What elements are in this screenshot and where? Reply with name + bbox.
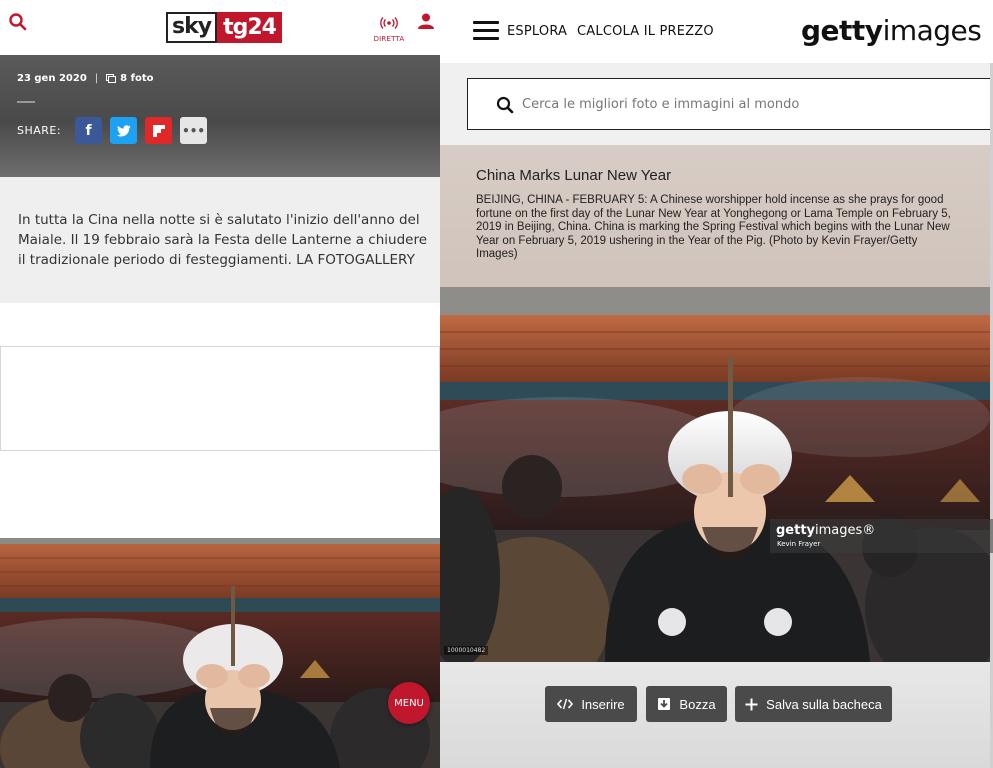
live-button[interactable]: DIRETTA <box>372 14 406 43</box>
more-share-button[interactable]: ••• <box>180 117 208 144</box>
photo-count: 8 foto <box>106 73 153 84</box>
hamburger-menu-icon[interactable] <box>473 21 499 41</box>
watermark-logo: gettyimages® <box>776 523 875 538</box>
image-id: 1000010482 <box>444 646 489 655</box>
article-meta: 23 gen 2020 | 8 foto <box>17 73 153 84</box>
photo-credit: Kevin Frayer <box>777 540 821 548</box>
live-label: DIRETTA <box>373 35 405 43</box>
twitter-share-button[interactable] <box>110 117 138 144</box>
twitter-icon <box>116 124 131 136</box>
logo-tg24-text: tg24 <box>217 12 282 43</box>
sky-tg24-page: sky tg24 DIRETTA 23 gen 2020 | 8 foto SH… <box>0 0 440 768</box>
meta-separator: | <box>94 73 99 84</box>
action-bar: Inserire Bozza Salva sulla bacheca <box>440 662 993 768</box>
embed-label: Inserire <box>581 696 625 712</box>
logo-sky-text: sky <box>166 12 218 43</box>
flipboard-share-button[interactable] <box>145 117 173 144</box>
search-input[interactable] <box>522 91 962 117</box>
watermark-registered: ® <box>862 523 876 538</box>
getty-images-page: ESPLORA CALCOLA IL PREZZO gettyimages Ch… <box>440 0 993 768</box>
article-header: 23 gen 2020 | 8 foto SHARE: f ••• <box>0 55 440 177</box>
photo-count-label: 8 foto <box>120 73 154 84</box>
article-date: 23 gen 2020 <box>17 73 87 84</box>
share-label: SHARE: <box>17 124 62 137</box>
search-box <box>467 78 993 130</box>
nav-pricing[interactable]: CALCOLA IL PREZZO <box>577 24 714 39</box>
save-label: Salva sulla bacheca <box>766 696 882 712</box>
sky-header: sky tg24 DIRETTA <box>0 0 440 55</box>
draft-label: Bozza <box>679 696 716 712</box>
divider <box>17 101 35 103</box>
photo-woman-praying <box>0 538 440 768</box>
download-icon <box>658 698 671 710</box>
summary-text: In tutta la Cina nella notte si è saluta… <box>18 212 428 268</box>
code-icon <box>557 698 574 710</box>
plus-icon <box>745 698 758 710</box>
getty-header: ESPLORA CALCOLA IL PREZZO gettyimages <box>440 0 993 63</box>
sky-tg24-logo[interactable]: sky tg24 <box>166 12 282 43</box>
user-icon[interactable] <box>417 12 435 34</box>
caption-text: BEIJING, CHINA - FEBRUARY 5: A Chinese w… <box>476 194 951 260</box>
search-icon[interactable] <box>496 96 514 114</box>
logo-light-text: images <box>882 14 982 47</box>
gallery-icon <box>106 74 117 83</box>
nav-explore[interactable]: ESPLORA <box>507 24 567 39</box>
flipboard-icon <box>152 124 165 137</box>
watermark-bold: getty <box>776 523 816 538</box>
ad-placeholder <box>0 346 440 451</box>
draft-button[interactable]: Bozza <box>646 686 727 722</box>
getty-watermark: gettyimages® Kevin Frayer <box>770 519 993 553</box>
logo-bold-text: getty <box>801 14 883 47</box>
save-to-board-button[interactable]: Salva sulla bacheca <box>735 686 892 722</box>
photo-woman-praying <box>440 287 993 662</box>
facebook-share-button[interactable]: f <box>75 117 103 144</box>
watermark-light: images <box>815 523 863 538</box>
menu-button[interactable]: MENU <box>388 682 430 724</box>
search-icon[interactable] <box>8 12 30 34</box>
image-caption: China Marks Lunar New Year BEIJING, CHIN… <box>440 145 993 287</box>
broadcast-icon <box>380 17 398 29</box>
share-bar: SHARE: f ••• <box>17 117 208 144</box>
search-band <box>440 63 993 145</box>
embed-button[interactable]: Inserire <box>545 686 637 722</box>
caption-title: China Marks Lunar New Year <box>476 167 672 184</box>
gallery-photo[interactable] <box>0 538 440 768</box>
article-summary: In tutta la Cina nella notte si è saluta… <box>0 177 440 303</box>
getty-images-logo[interactable]: gettyimages <box>801 14 982 47</box>
main-photo[interactable] <box>440 287 993 662</box>
